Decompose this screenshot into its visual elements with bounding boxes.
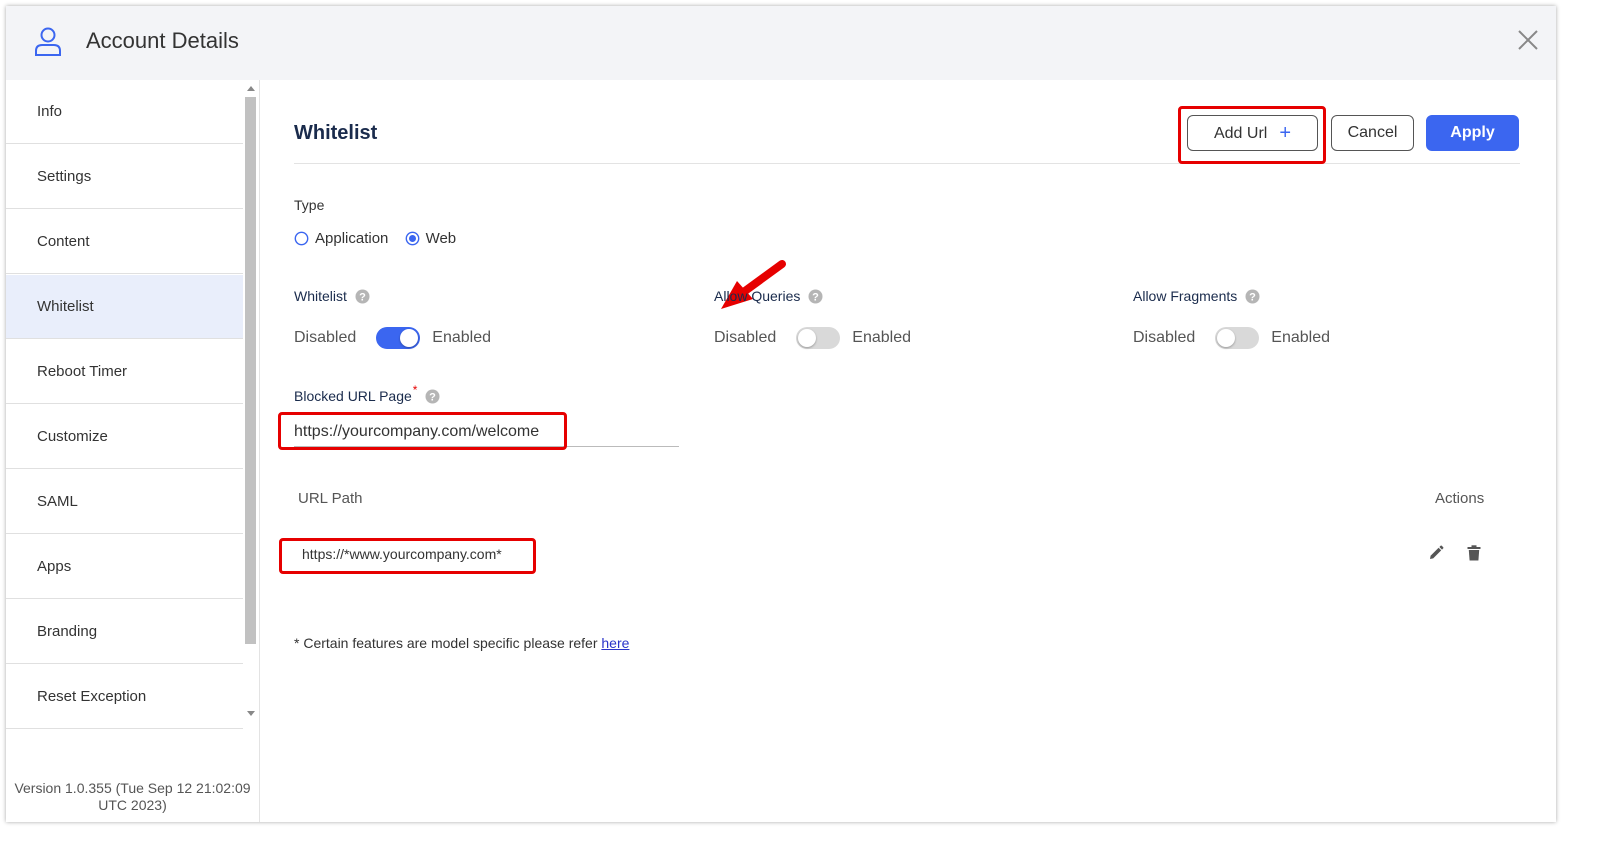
scrollbar-thumb[interactable] <box>245 97 256 644</box>
allow-queries-enabled-label: Enabled <box>852 329 911 346</box>
column-header-url-path: URL Path <box>298 490 363 507</box>
footnote-text: * Certain features are model specific pl… <box>294 635 602 651</box>
delete-trash-icon[interactable] <box>1467 545 1481 561</box>
main-content: Whitelist Add Url + Cancel Apply Type App… <box>260 80 1556 822</box>
radio-web-label[interactable]: Web <box>426 230 457 247</box>
svg-text:?: ? <box>813 291 820 303</box>
whitelist-toggle[interactable] <box>376 327 421 349</box>
sidebar-item-label: Reset Exception <box>37 688 147 705</box>
sidebar-item-customize[interactable]: Customize <box>6 405 243 469</box>
required-mark: * <box>412 383 418 397</box>
svg-text:?: ? <box>430 391 437 403</box>
sidebar-item-content[interactable]: Content <box>6 210 243 274</box>
sidebar-item-label: Settings <box>37 168 92 185</box>
sidebar-scrollbar[interactable] <box>243 80 257 726</box>
whitelist-toggle-title: Whitelist <box>294 288 347 304</box>
help-icon[interactable]: ? <box>808 289 823 304</box>
svg-text:?: ? <box>1249 291 1256 303</box>
allow-fragments-disabled-label: Disabled <box>1133 329 1196 346</box>
help-icon[interactable]: ? <box>1245 289 1260 304</box>
allow-fragments-enabled-label: Enabled <box>1271 329 1330 346</box>
blocked-url-label-text: Blocked URL Page <box>294 388 412 404</box>
help-icon[interactable]: ? <box>355 289 370 304</box>
allow-queries-disabled-label: Disabled <box>714 329 777 346</box>
sidebar-item-apps[interactable]: Apps <box>6 535 243 599</box>
sidebar: Info Settings Content Whitelist Reboot T… <box>6 80 260 822</box>
highlight-box-blocked-url <box>278 412 567 450</box>
radio-web[interactable] <box>405 231 420 246</box>
type-label: Type <box>294 197 325 213</box>
column-header-actions: Actions <box>1435 490 1485 507</box>
radio-application-label[interactable]: Application <box>315 230 388 247</box>
apply-button[interactable]: Apply <box>1426 115 1519 151</box>
sidebar-item-label: Apps <box>37 558 72 575</box>
whitelist-disabled-label: Disabled <box>294 329 357 346</box>
sidebar-item-label: Branding <box>37 623 98 640</box>
help-icon[interactable]: ? <box>425 389 440 404</box>
whitelist-enabled-label: Enabled <box>432 329 491 346</box>
user-icon <box>35 27 61 56</box>
account-details-dialog: Account Details Info Settings Content Wh… <box>6 6 1556 822</box>
radio-application[interactable] <box>294 231 309 246</box>
title-divider <box>294 163 1520 164</box>
dialog-header: Account Details <box>6 6 1556 80</box>
dialog-title: Account Details <box>86 28 239 53</box>
page-title: Whitelist <box>294 122 378 144</box>
allow-fragments-toggle-group: Allow Fragments ? Disabled Enabled <box>1133 288 1330 349</box>
highlight-box-add-url <box>1178 106 1326 164</box>
sidebar-item-label: Customize <box>37 428 108 445</box>
sidebar-item-label: SAML <box>37 493 78 510</box>
svg-text:?: ? <box>359 291 366 303</box>
allow-fragments-toggle-title: Allow Fragments <box>1133 288 1238 304</box>
cancel-button[interactable]: Cancel <box>1331 115 1414 151</box>
scroll-down-arrow-icon[interactable] <box>247 711 255 716</box>
sidebar-item-saml[interactable]: SAML <box>6 470 243 534</box>
highlight-box-url-path <box>279 538 536 574</box>
allow-queries-toggle-title: Allow Queries <box>714 288 801 304</box>
allow-queries-toggle[interactable] <box>796 327 841 349</box>
sidebar-item-label: Content <box>37 233 90 250</box>
sidebar-item-label: Whitelist <box>37 298 94 315</box>
sidebar-item-branding[interactable]: Branding <box>6 600 243 664</box>
model-specific-footnote: * Certain features are model specific pl… <box>294 635 629 651</box>
sidebar-item-reset-exception[interactable]: Reset Exception <box>6 665 243 729</box>
sidebar-item-info[interactable]: Info <box>6 80 243 144</box>
sidebar-item-reboot-timer[interactable]: Reboot Timer <box>6 340 243 404</box>
scroll-up-arrow-icon[interactable] <box>247 86 255 91</box>
footnote-here-link[interactable]: here <box>601 635 629 651</box>
allow-queries-toggle-group: Allow Queries ? Disabled Enabled <box>714 288 911 349</box>
close-icon[interactable] <box>1516 28 1540 52</box>
allow-fragments-toggle[interactable] <box>1215 327 1260 349</box>
sidebar-item-label: Reboot Timer <box>37 363 128 380</box>
version-line-2: UTC 2023) <box>98 797 167 813</box>
version-line-1: Version 1.0.355 (Tue Sep 12 21:02:09 <box>14 780 251 796</box>
whitelist-toggle-group: Whitelist ? Disabled Enabled <box>294 288 491 349</box>
sidebar-item-label: Info <box>37 103 63 120</box>
sidebar-item-whitelist[interactable]: Whitelist <box>6 275 243 339</box>
blocked-url-label: Blocked URL Page * ? <box>294 383 440 404</box>
edit-pencil-icon[interactable] <box>1428 545 1444 561</box>
version-info: Version 1.0.355 (Tue Sep 12 21:02:09 UTC… <box>6 780 259 814</box>
annotation-arrow-icon <box>721 260 786 309</box>
sidebar-item-settings[interactable]: Settings <box>6 145 243 209</box>
type-radio-group: Application Web <box>294 229 468 249</box>
